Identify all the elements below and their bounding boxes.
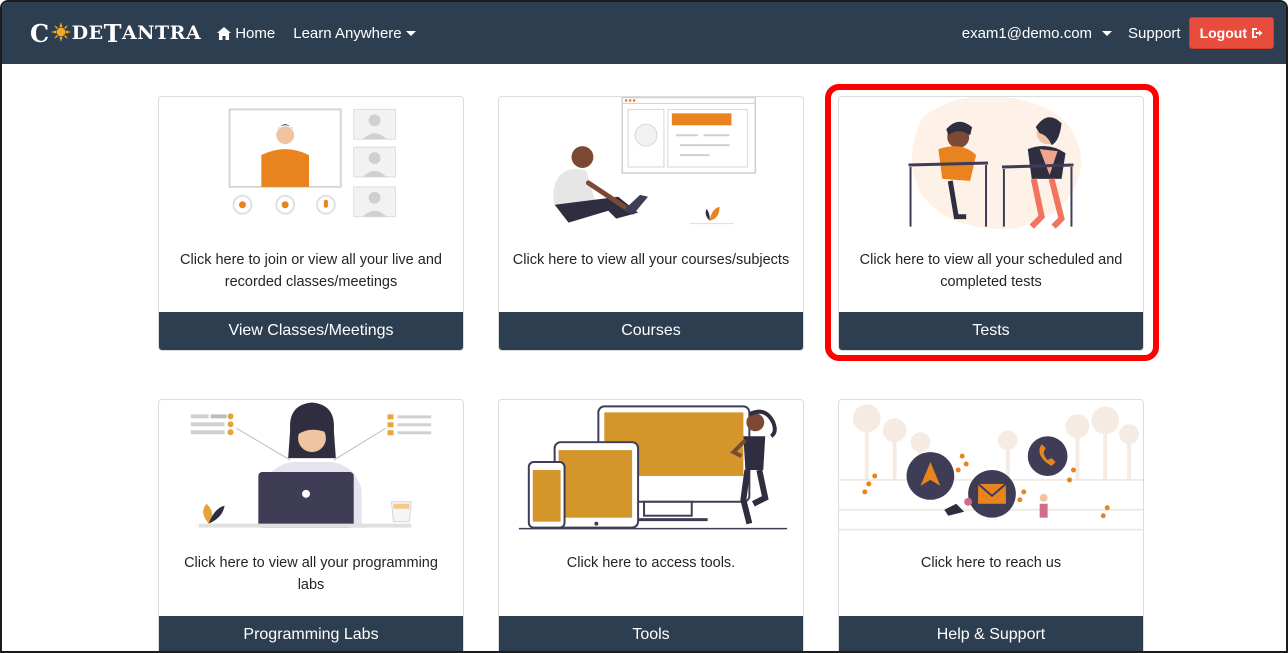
card-description: Click here to access tools. bbox=[566, 555, 736, 571]
view-classes-meetings-button[interactable]: View Classes/Meetings bbox=[159, 312, 463, 350]
nav-support-link[interactable]: Support bbox=[1128, 25, 1181, 42]
sign-out-icon bbox=[1252, 28, 1263, 38]
logo-letter-t: T bbox=[103, 18, 122, 48]
card-classes-meetings[interactable]: Click here to join or view all your live… bbox=[158, 96, 464, 351]
help-support-button[interactable]: Help & Support bbox=[839, 616, 1143, 651]
card-description: Click here to join or view all your live… bbox=[180, 252, 442, 290]
card-description: Click here to view all your courses/subj… bbox=[512, 252, 790, 268]
card-courses[interactable]: Click here to view all your courses/subj… bbox=[498, 96, 804, 351]
card-description: Click here to view all your programming … bbox=[184, 555, 438, 593]
courses-illustration bbox=[553, 97, 757, 225]
sun-logo-icon bbox=[50, 22, 71, 42]
top-navbar: C DE T ANTRA Home Learn Anywhere exam1@d… bbox=[2, 2, 1286, 64]
card-tests[interactable]: Click here to view all your scheduled an… bbox=[838, 96, 1144, 351]
chevron-down-icon bbox=[1102, 30, 1113, 36]
logout-label: Logout bbox=[1199, 25, 1247, 41]
programming-labs-button[interactable]: Programming Labs bbox=[159, 616, 463, 651]
user-email-label: exam1@demo.com bbox=[961, 24, 1093, 42]
card-tools[interactable]: Click here to access tools. Tools bbox=[498, 399, 804, 651]
card-description: Click here to reach us bbox=[920, 555, 1062, 571]
nav-home-link[interactable]: Home bbox=[217, 25, 275, 42]
video-meeting-illustration bbox=[228, 108, 396, 218]
students-writing-test-illustration bbox=[908, 97, 1082, 229]
nav-learn-anywhere-dropdown[interactable]: Learn Anywhere bbox=[293, 24, 416, 42]
nav-learn-anywhere-label: Learn Anywhere bbox=[293, 24, 402, 42]
card-programming-labs[interactable]: Click here to view all your programming … bbox=[158, 399, 464, 651]
logo-letter-c: C bbox=[30, 18, 50, 48]
user-account-dropdown[interactable]: exam1@demo.com bbox=[961, 24, 1113, 42]
programming-labs-illustration bbox=[190, 402, 432, 528]
tests-button[interactable]: Tests bbox=[839, 312, 1143, 350]
tools-button[interactable]: Tools bbox=[499, 616, 803, 651]
logo-letters-de: DE bbox=[71, 22, 104, 44]
help-support-illustration bbox=[839, 404, 1143, 531]
codetantra-logo[interactable]: C DE T ANTRA bbox=[30, 19, 201, 48]
nav-home-label: Home bbox=[235, 24, 276, 42]
card-help-support[interactable]: Click here to reach us Help & Support bbox=[838, 399, 1144, 651]
devices-tools-illustration bbox=[518, 405, 788, 530]
logout-button[interactable]: Logout bbox=[1188, 17, 1274, 49]
chevron-down-icon bbox=[405, 30, 416, 36]
courses-button[interactable]: Courses bbox=[499, 312, 803, 350]
nav-right-group: exam1@demo.com Support Logout bbox=[962, 17, 1274, 49]
home-icon bbox=[217, 26, 232, 40]
card-description: Click here to view all your scheduled an… bbox=[859, 252, 1123, 290]
browser-window: C DE T ANTRA Home Learn Anywhere exam1@d… bbox=[0, 0, 1288, 653]
nav-support-label: Support bbox=[1128, 24, 1181, 42]
logo-letters-antra: ANTRA bbox=[121, 22, 202, 44]
